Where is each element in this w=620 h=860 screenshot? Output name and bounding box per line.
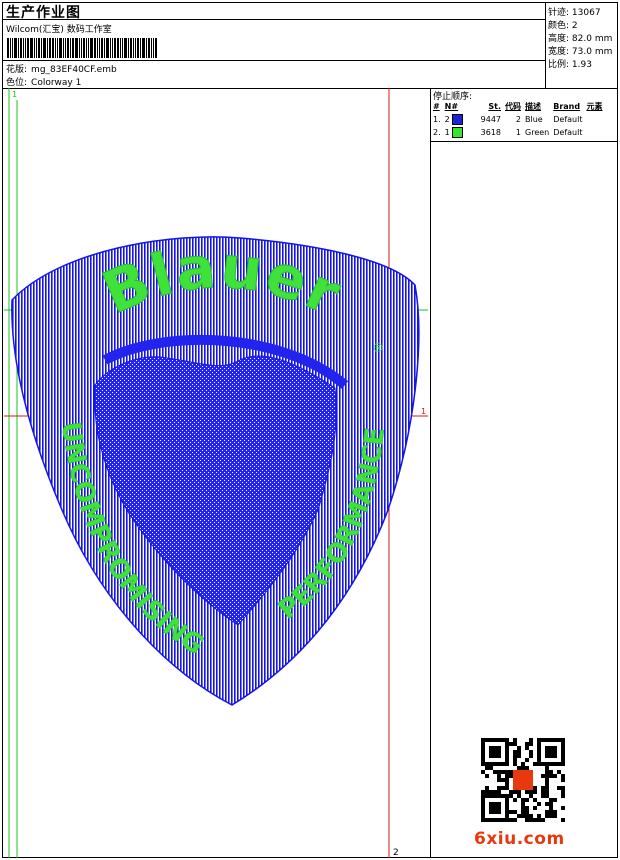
- registered-mark: ®: [372, 341, 384, 355]
- guide-label-left-top: 1: [12, 90, 17, 99]
- embroidery-design-preview: Blauer ® UNCOMPROMISING PERFORMANCE 1 1 …: [4, 88, 428, 858]
- qr-center-logo: [513, 770, 533, 790]
- watermark-logo: 6xiu.com: [474, 829, 565, 849]
- guide-label-bottom: 2: [393, 848, 399, 858]
- guide-label-right-mid: 1: [421, 407, 426, 416]
- qr-code: [481, 738, 565, 822]
